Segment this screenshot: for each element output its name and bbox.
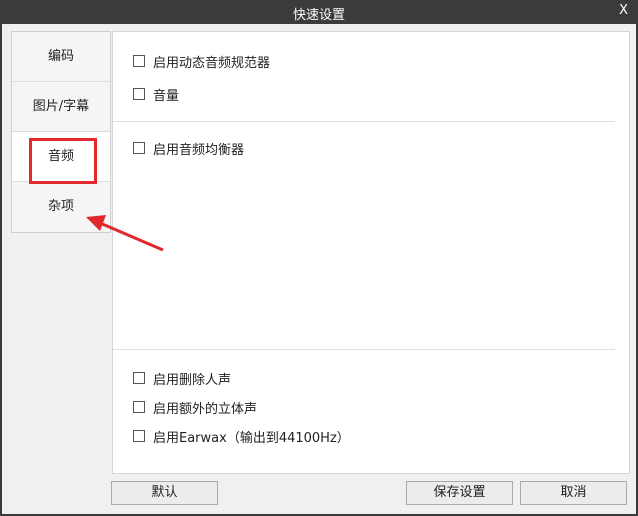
annotation-arrow-icon: [86, 215, 164, 252]
